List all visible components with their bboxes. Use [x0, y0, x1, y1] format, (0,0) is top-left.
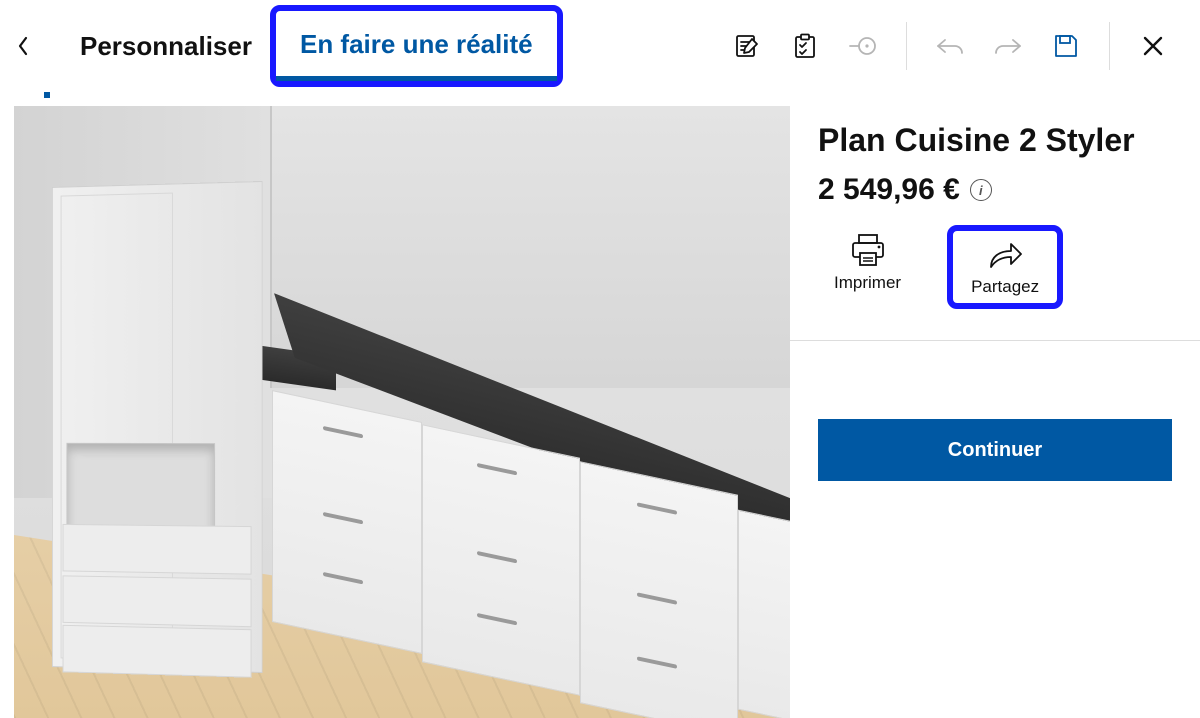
- print-label: Imprimer: [834, 273, 901, 293]
- handle: [323, 426, 363, 439]
- base-cabinet: [272, 390, 422, 654]
- handle: [323, 572, 363, 585]
- continue-button[interactable]: Continuer: [818, 419, 1172, 481]
- undo-icon[interactable]: [935, 31, 965, 61]
- price-value: 2 549,96 €: [818, 173, 960, 207]
- nav-tabs: Personnaliser En faire une réalité: [14, 5, 563, 87]
- kitchen-3d-render[interactable]: [14, 106, 790, 718]
- drawer: [63, 524, 252, 575]
- close-icon[interactable]: [1138, 31, 1168, 61]
- handle: [637, 656, 677, 669]
- base-cabinet: [738, 510, 790, 718]
- print-button[interactable]: Imprimer: [824, 225, 911, 309]
- save-icon[interactable]: [1051, 31, 1081, 61]
- wall-corner: [270, 106, 272, 388]
- side-panel: Plan Cuisine 2 Styler 2 549,96 € i Impri…: [790, 92, 1200, 704]
- action-buttons: Imprimer Partagez: [824, 225, 1172, 309]
- toolbar-separator: [906, 22, 907, 70]
- handle: [637, 592, 677, 605]
- back-chevron-icon[interactable]: [14, 26, 32, 66]
- plan-title: Plan Cuisine 2 Styler: [818, 122, 1172, 159]
- side-separator: [790, 340, 1200, 341]
- share-button-highlight: Partagez: [947, 225, 1063, 309]
- tall-cabinet: [52, 181, 263, 673]
- main-area: Plan Cuisine 2 Styler 2 549,96 € i Impri…: [0, 92, 1200, 704]
- handle: [477, 613, 517, 626]
- handle: [477, 463, 517, 476]
- price-row: 2 549,96 € i: [818, 173, 1172, 207]
- checklist-icon[interactable]: [790, 31, 820, 61]
- redo-icon[interactable]: [993, 31, 1023, 61]
- toolbar-separator: [1109, 22, 1110, 70]
- base-cabinet: [422, 424, 580, 696]
- handle: [637, 502, 677, 515]
- share-icon: [985, 239, 1025, 271]
- tab-make-real[interactable]: En faire une réalité: [276, 11, 557, 81]
- tab-make-real-highlight: En faire une réalité: [270, 5, 563, 87]
- tab-personalize[interactable]: Personnaliser: [62, 11, 270, 82]
- top-toolbar: Personnaliser En faire une réalité: [0, 0, 1200, 92]
- base-cabinet: [580, 461, 738, 718]
- info-icon[interactable]: i: [970, 179, 992, 201]
- handle: [323, 512, 363, 525]
- share-button[interactable]: Partagez: [971, 239, 1039, 297]
- edit-note-icon[interactable]: [732, 31, 762, 61]
- handle: [477, 551, 517, 564]
- toolbar-actions: [732, 0, 1168, 92]
- share-label: Partagez: [971, 277, 1039, 297]
- measure-icon[interactable]: [848, 31, 878, 61]
- drawer: [63, 575, 252, 627]
- drawer: [63, 625, 252, 678]
- printer-icon: [849, 233, 887, 267]
